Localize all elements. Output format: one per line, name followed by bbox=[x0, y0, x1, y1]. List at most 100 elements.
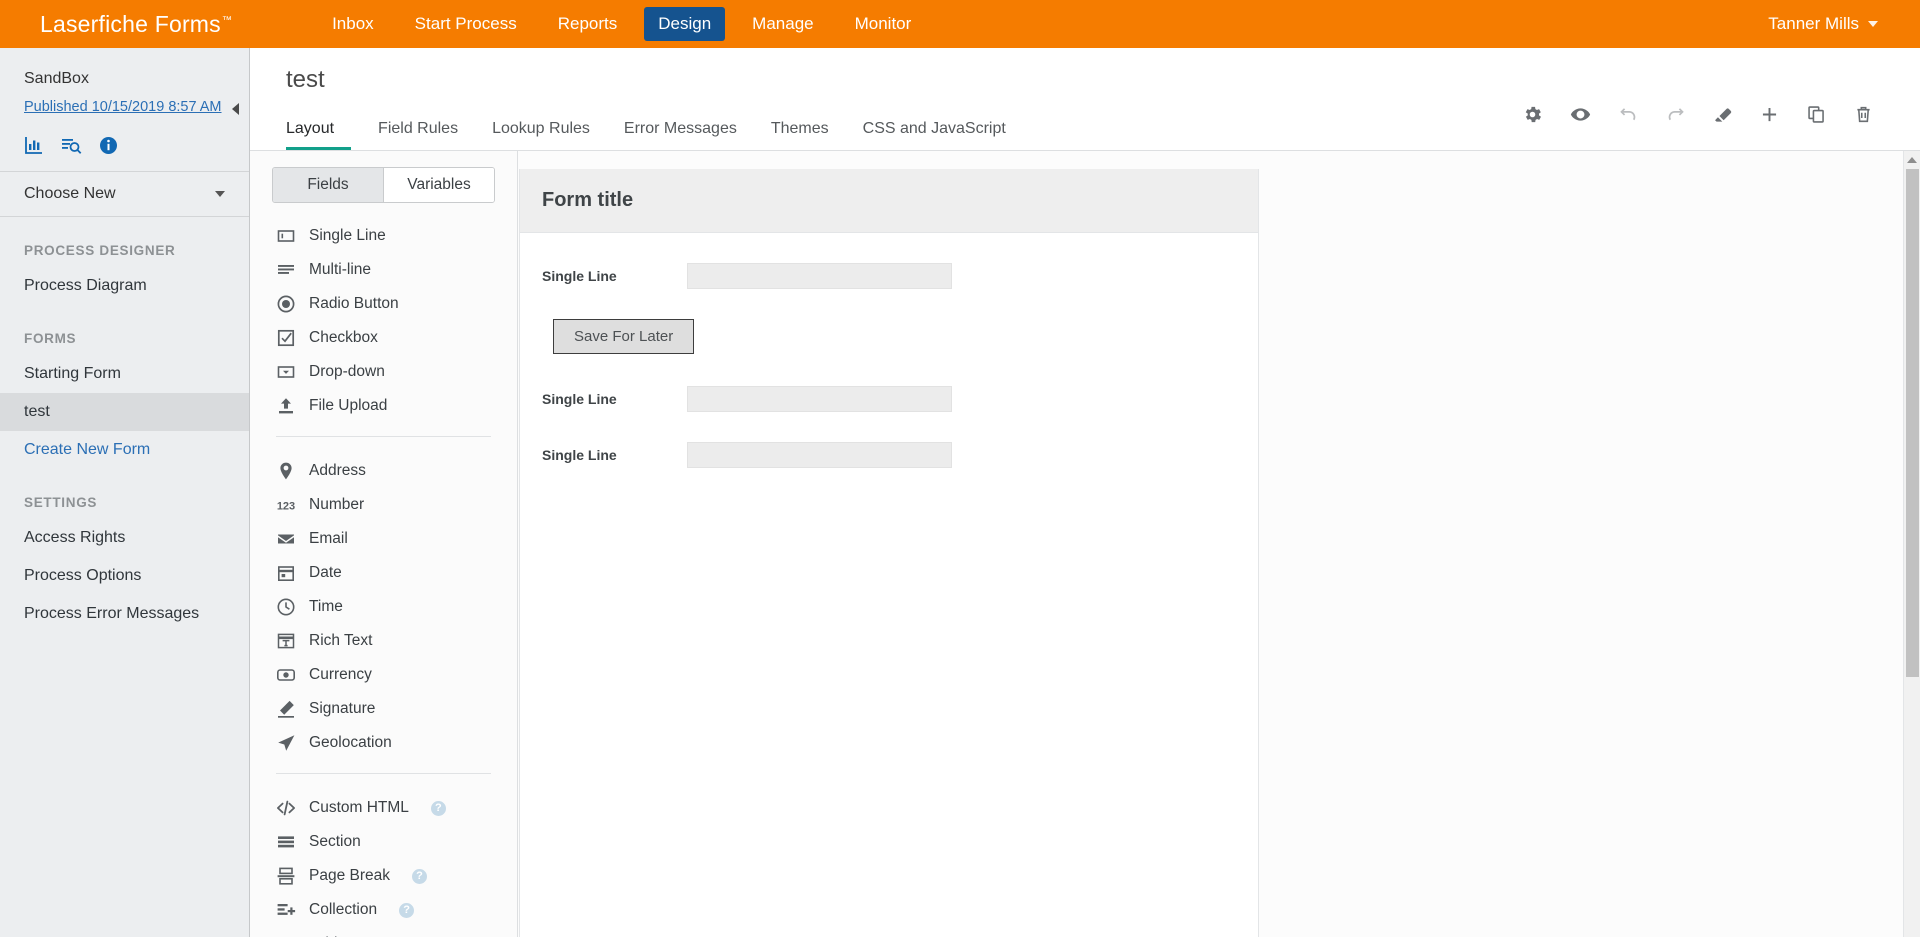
collection-icon bbox=[276, 900, 296, 920]
field-item-label: Address bbox=[309, 462, 366, 480]
form-field-row[interactable]: Single Line bbox=[542, 263, 1236, 289]
segment-fields[interactable]: Fields bbox=[273, 168, 383, 202]
field-item-label: Single Line bbox=[309, 227, 386, 245]
field-item-drop-down[interactable]: Drop-down bbox=[250, 355, 517, 389]
scrollbar-thumb[interactable] bbox=[1906, 169, 1919, 677]
gear-icon[interactable] bbox=[1522, 104, 1543, 125]
nav-item-design[interactable]: Design bbox=[644, 7, 725, 41]
tab-error-messages[interactable]: Error Messages bbox=[607, 114, 754, 150]
sidebar-item-test[interactable]: test bbox=[0, 393, 249, 431]
choose-new-dropdown[interactable]: Choose New bbox=[0, 172, 249, 217]
time-clock-icon bbox=[276, 597, 296, 617]
scroll-up-arrow-icon[interactable] bbox=[1907, 157, 1917, 163]
undo-icon[interactable] bbox=[1618, 104, 1639, 125]
email-icon bbox=[276, 529, 296, 549]
field-item-number[interactable]: 123Number bbox=[250, 488, 517, 522]
field-item-multi-line[interactable]: Multi-line bbox=[250, 253, 517, 287]
field-group: Custom HTML?SectionPage Break?Collection… bbox=[250, 787, 517, 937]
signature-pen-icon bbox=[276, 699, 296, 719]
tab-layout[interactable]: Layout bbox=[286, 114, 351, 150]
field-item-address[interactable]: Address bbox=[250, 454, 517, 488]
trash-icon[interactable] bbox=[1853, 104, 1874, 125]
field-item-single-line[interactable]: Single Line bbox=[250, 219, 517, 253]
redo-icon[interactable] bbox=[1665, 104, 1686, 125]
tab-css-and-javascript[interactable]: CSS and JavaScript bbox=[846, 114, 1023, 150]
nav-item-inbox[interactable]: Inbox bbox=[318, 7, 388, 41]
field-item-radio-button[interactable]: Radio Button bbox=[250, 287, 517, 321]
info-icon[interactable] bbox=[99, 136, 118, 155]
search-list-icon[interactable] bbox=[61, 135, 82, 155]
nav-item-reports[interactable]: Reports bbox=[544, 7, 632, 41]
field-item-label: Checkbox bbox=[309, 329, 378, 347]
tab-field-rules[interactable]: Field Rules bbox=[361, 114, 475, 150]
tab-themes[interactable]: Themes bbox=[754, 114, 846, 150]
plus-icon[interactable] bbox=[1759, 104, 1780, 125]
form-field-input[interactable] bbox=[687, 386, 952, 412]
field-item-custom-html[interactable]: Custom HTML? bbox=[250, 791, 517, 825]
tab-lookup-rules[interactable]: Lookup Rules bbox=[475, 114, 607, 150]
form-field-row[interactable]: Single Line bbox=[542, 442, 1236, 468]
eraser-icon[interactable] bbox=[1712, 104, 1733, 125]
nav-item-manage[interactable]: Manage bbox=[738, 7, 827, 41]
date-calendar-icon bbox=[276, 563, 296, 583]
sidebar-header-icons bbox=[24, 135, 227, 155]
segment-variables[interactable]: Variables bbox=[383, 168, 494, 202]
copy-icon[interactable] bbox=[1806, 104, 1827, 125]
form-title-bar[interactable]: Form title bbox=[520, 169, 1258, 233]
report-chart-icon[interactable] bbox=[24, 135, 44, 155]
sidebar-item-process-options[interactable]: Process Options bbox=[0, 557, 249, 595]
main-header: test bbox=[250, 48, 1920, 94]
sidebar-item-starting-form[interactable]: Starting Form bbox=[0, 355, 249, 393]
fields-variables-toggle: FieldsVariables bbox=[272, 167, 495, 203]
field-item-checkbox[interactable]: Checkbox bbox=[250, 321, 517, 355]
sidebar-item-process-error-messages[interactable]: Process Error Messages bbox=[0, 595, 249, 633]
form-card: Form title Single Line Save For Later Sing… bbox=[520, 169, 1258, 520]
field-item-file-upload[interactable]: File Upload bbox=[250, 389, 517, 423]
sidebar-item-create-new-form[interactable]: Create New Form bbox=[0, 431, 249, 469]
sidebar-item-process-diagram[interactable]: Process Diagram bbox=[0, 267, 249, 305]
help-icon[interactable]: ? bbox=[399, 903, 414, 918]
radio-button-icon bbox=[276, 294, 296, 314]
eye-icon[interactable] bbox=[1569, 104, 1592, 125]
field-item-geolocation[interactable]: Geolocation bbox=[250, 726, 517, 760]
field-item-label: Radio Button bbox=[309, 295, 399, 313]
section-icon bbox=[276, 832, 296, 852]
field-item-signature[interactable]: Signature bbox=[250, 692, 517, 726]
canvas-scrollbar[interactable] bbox=[1903, 151, 1920, 937]
field-item-label: Currency bbox=[309, 666, 372, 684]
field-item-currency[interactable]: Currency bbox=[250, 658, 517, 692]
field-item-email[interactable]: Email bbox=[250, 522, 517, 556]
nav-item-start-process[interactable]: Start Process bbox=[401, 7, 531, 41]
help-icon[interactable]: ? bbox=[431, 801, 446, 816]
field-item-collection[interactable]: Collection? bbox=[250, 893, 517, 927]
field-item-label: Rich Text bbox=[309, 632, 372, 650]
published-date-link[interactable]: Published 10/15/2019 8:57 AM bbox=[24, 99, 222, 115]
help-icon[interactable]: ? bbox=[412, 869, 427, 884]
form-canvas-area: Form title Single Line Save For Later Sing… bbox=[518, 151, 1920, 937]
field-item-table[interactable]: Table bbox=[250, 927, 517, 937]
sidebar-item-access-rights[interactable]: Access Rights bbox=[0, 519, 249, 557]
nav-item-monitor[interactable]: Monitor bbox=[841, 7, 926, 41]
field-item-page-break[interactable]: Page Break? bbox=[250, 859, 517, 893]
rich-text-icon bbox=[276, 631, 296, 651]
field-item-label: Multi-line bbox=[309, 261, 371, 279]
field-item-section[interactable]: Section bbox=[250, 825, 517, 859]
file-upload-icon bbox=[276, 396, 296, 416]
user-menu[interactable]: Tanner Mills bbox=[1768, 14, 1896, 34]
sidebar-group-title: SETTINGS bbox=[0, 469, 249, 519]
form-field-input[interactable] bbox=[687, 442, 952, 468]
field-item-label: Signature bbox=[309, 700, 375, 718]
field-item-label: Custom HTML bbox=[309, 799, 409, 817]
workspace: FieldsVariables Single Line Multi-line Rad… bbox=[250, 151, 1920, 937]
form-canvas[interactable]: Form title Single Line Save For Later Sing… bbox=[519, 169, 1259, 937]
field-item-date[interactable]: Date bbox=[250, 556, 517, 590]
form-field-row[interactable]: Single Line bbox=[542, 386, 1236, 412]
app-logo[interactable]: Laserfiche Forms™ bbox=[40, 11, 232, 38]
sidebar-collapse-icon[interactable] bbox=[232, 103, 239, 115]
form-field-input[interactable] bbox=[687, 263, 952, 289]
drop-down-icon bbox=[276, 362, 296, 382]
form-toolbar bbox=[1522, 104, 1874, 125]
field-item-rich-text[interactable]: Rich Text bbox=[250, 624, 517, 658]
field-item-time[interactable]: Time bbox=[250, 590, 517, 624]
save-for-later-button[interactable]: Save For Later bbox=[553, 319, 694, 354]
